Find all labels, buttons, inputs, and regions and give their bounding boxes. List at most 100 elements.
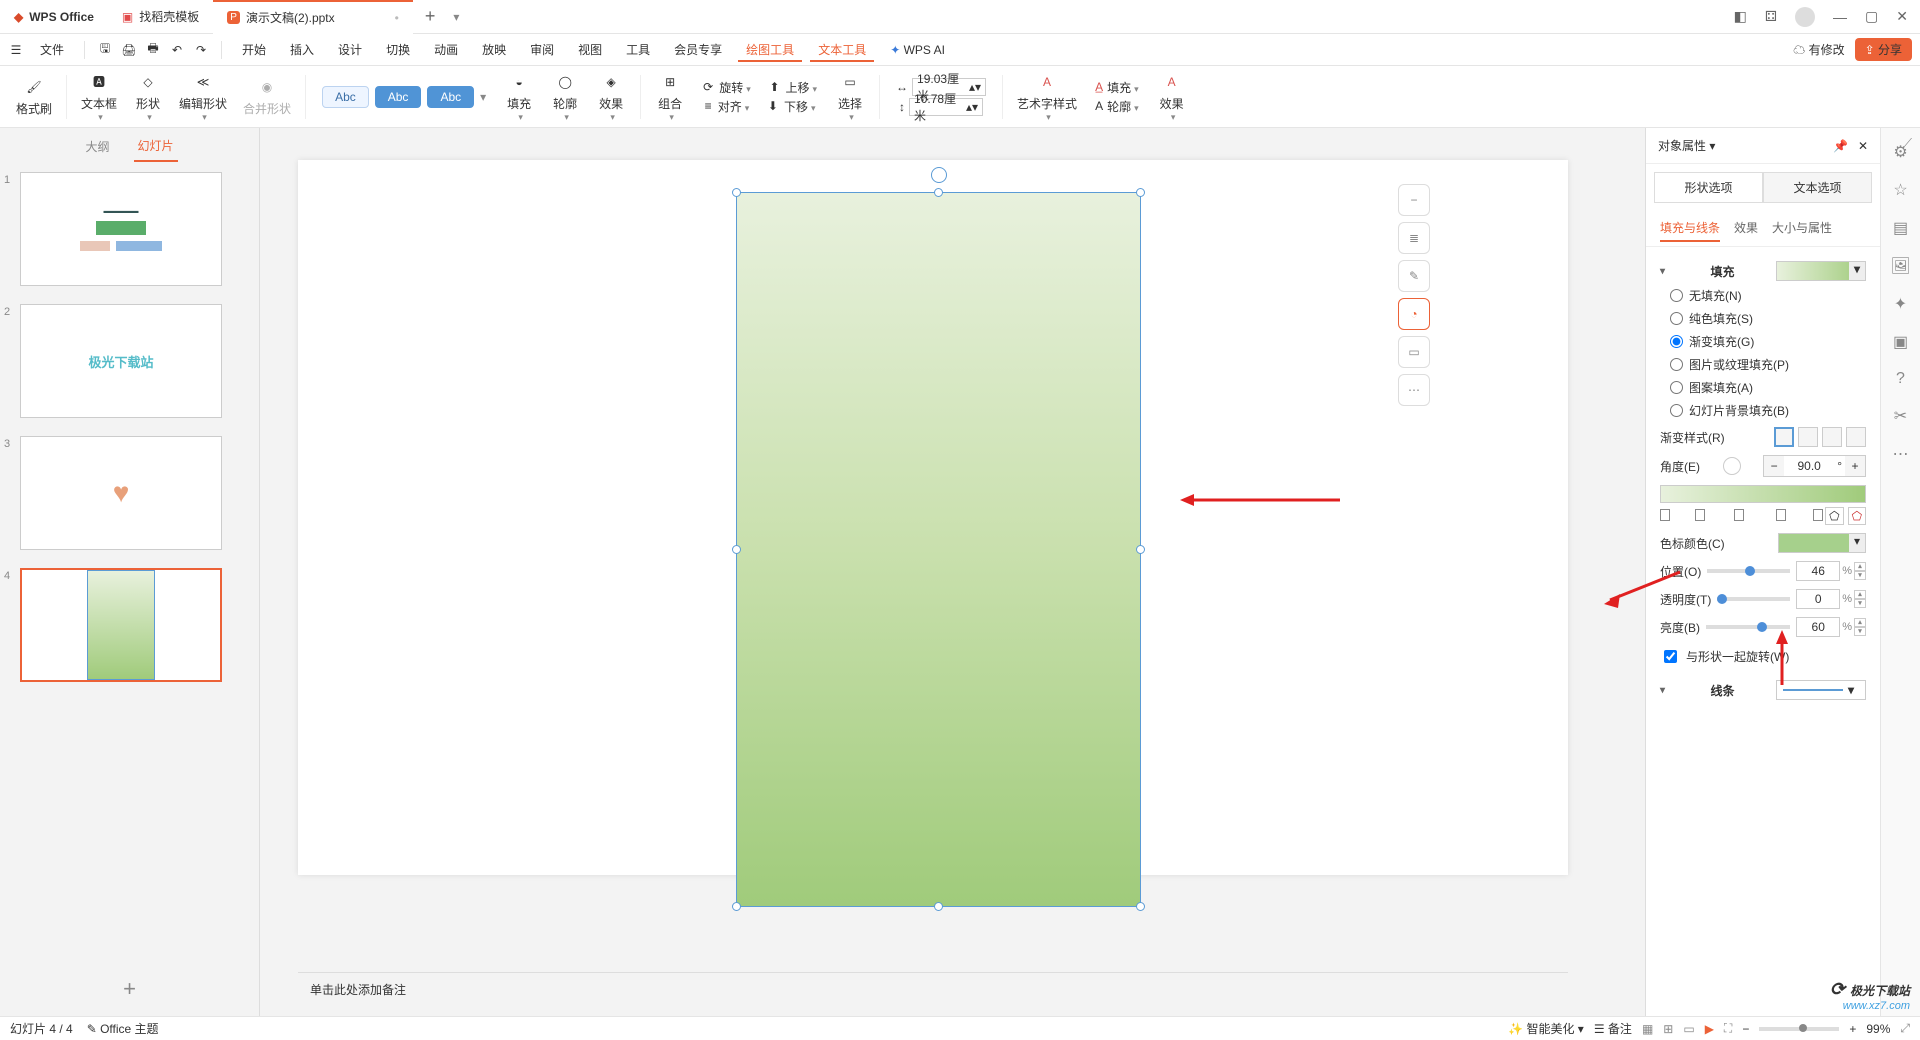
resize-handle-sw[interactable]: [732, 902, 741, 911]
slide-canvas[interactable]: [298, 160, 1568, 875]
tab-menu-button[interactable]: ▾: [447, 10, 465, 24]
tab-wps-office[interactable]: ◆ WPS Office: [0, 0, 108, 34]
float-brush-icon[interactable]: ✎: [1398, 260, 1430, 292]
zoom-out-icon[interactable]: −: [1742, 1022, 1749, 1036]
thumbnail-1[interactable]: 1 ▬▬▬▬▬: [20, 172, 239, 286]
rail-clip-icon[interactable]: ✂: [1894, 406, 1907, 426]
shape-style-gallery[interactable]: Abc Abc Abc ▾: [314, 71, 494, 123]
menu-file[interactable]: 文件: [32, 37, 72, 62]
rail-more-icon[interactable]: ⋯: [1893, 444, 1909, 464]
view-sorter-icon[interactable]: ⊞: [1663, 1022, 1673, 1036]
resize-handle-s[interactable]: [934, 902, 943, 911]
cloud-haschanges[interactable]: ☁ 有修改: [1793, 41, 1844, 58]
menu-member[interactable]: 会员专享: [666, 37, 730, 62]
menu-transition[interactable]: 切换: [378, 37, 418, 62]
subtab-size[interactable]: 大小与属性: [1772, 215, 1832, 242]
thumbnail-3[interactable]: 3 ♥: [20, 436, 239, 550]
style-preset-2[interactable]: Abc: [375, 86, 422, 108]
minimize-icon[interactable]: —: [1833, 9, 1847, 25]
add-stop-icon[interactable]: ⬠: [1825, 507, 1843, 525]
slides-tab[interactable]: 幻灯片: [134, 131, 178, 162]
gradient-stop-5[interactable]: [1813, 509, 1823, 521]
fill-preview-swatch[interactable]: ▾: [1776, 261, 1866, 281]
redo-icon[interactable]: ↷: [193, 42, 209, 58]
status-notes[interactable]: ☰ 备注: [1594, 1020, 1632, 1037]
menu-slideshow[interactable]: 放映: [474, 37, 514, 62]
gradient-stop-2[interactable]: [1695, 509, 1705, 521]
add-slide-button[interactable]: +: [0, 962, 259, 1016]
group-button[interactable]: ⊞组合: [649, 69, 691, 125]
resize-handle-e[interactable]: [1136, 545, 1145, 554]
float-image-icon[interactable]: ▭: [1398, 336, 1430, 368]
menu-review[interactable]: 审阅: [522, 37, 562, 62]
menu-start[interactable]: 开始: [234, 37, 274, 62]
menu-animation[interactable]: 动画: [426, 37, 466, 62]
angle-dec[interactable]: −: [1764, 456, 1784, 476]
moveup-button[interactable]: 上移: [786, 79, 818, 96]
maximize-icon[interactable]: ▢: [1865, 8, 1878, 25]
resize-handle-se[interactable]: [1136, 902, 1145, 911]
window-layout-icon[interactable]: ◧: [1734, 8, 1747, 25]
angle-inc[interactable]: +: [1845, 456, 1865, 476]
textfill-button[interactable]: 填充: [1107, 79, 1139, 96]
resize-handle-n[interactable]: [934, 188, 943, 197]
rail-cube-icon[interactable]: ▣: [1893, 332, 1908, 352]
menu-drawtools[interactable]: 绘图工具: [738, 37, 802, 62]
rail-star-icon[interactable]: ☆: [1893, 180, 1907, 200]
status-beautify[interactable]: ✨ 智能美化 ▾: [1508, 1020, 1584, 1037]
radio-nofill[interactable]: [1670, 289, 1683, 302]
resize-handle-nw[interactable]: [732, 188, 741, 197]
radio-slidebg[interactable]: [1670, 404, 1683, 417]
view-present-icon[interactable]: ⛶: [1724, 1021, 1732, 1036]
view-reading-icon[interactable]: ▭: [1683, 1022, 1694, 1036]
float-layers-icon[interactable]: ≣: [1398, 222, 1430, 254]
subtab-effect[interactable]: 效果: [1734, 215, 1758, 242]
view-slideshow-icon[interactable]: ▶: [1705, 1022, 1714, 1036]
menu-tools[interactable]: 工具: [618, 37, 658, 62]
menu-wpsai[interactable]: ✦ WPS AI: [882, 39, 953, 61]
float-style-icon[interactable]: ◔: [1398, 298, 1430, 330]
position-slider[interactable]: [1707, 569, 1790, 573]
cube-icon[interactable]: ⚃: [1765, 8, 1777, 25]
brightness-slider[interactable]: [1706, 625, 1790, 629]
artstyle-button[interactable]: A艺术字样式: [1011, 69, 1083, 125]
format-painter-button[interactable]: 🖌格式刷: [10, 74, 58, 119]
section-line[interactable]: 线条: [1711, 682, 1735, 699]
rail-image-icon[interactable]: 🖼: [1890, 256, 1910, 276]
texteffect-button[interactable]: A效果: [1151, 69, 1193, 125]
float-more-icon[interactable]: ⋯: [1398, 374, 1430, 406]
hamburger-icon[interactable]: ☰: [8, 42, 24, 58]
status-theme[interactable]: ✎ Office 主题: [87, 1020, 159, 1037]
height-input[interactable]: 10.78厘米▴▾: [909, 98, 983, 116]
angle-dial-icon[interactable]: [1723, 457, 1741, 475]
thumbnail-2[interactable]: 2 极光下载站: [20, 304, 239, 418]
selected-shape[interactable]: [736, 192, 1141, 907]
stop-color-swatch[interactable]: ▾: [1778, 533, 1866, 553]
textoutline-button[interactable]: 轮廓: [1107, 98, 1139, 115]
view-normal-icon[interactable]: ▦: [1642, 1022, 1653, 1036]
effect-button[interactable]: ◈效果: [590, 69, 632, 125]
tab-text-options[interactable]: 文本选项: [1763, 172, 1872, 203]
thumbnail-4[interactable]: 4: [20, 568, 239, 682]
panel-close-icon[interactable]: ✕: [1858, 139, 1868, 153]
menu-design[interactable]: 设计: [330, 37, 370, 62]
remove-stop-icon[interactable]: ⬠: [1848, 507, 1866, 525]
angle-value[interactable]: [1784, 456, 1834, 476]
tab-templates[interactable]: ▣ 找稻壳模板: [108, 0, 213, 34]
gradient-stop-1[interactable]: [1660, 509, 1670, 521]
shape-button[interactable]: ◇形状: [127, 69, 169, 125]
rail-layers-icon[interactable]: ▤: [1893, 218, 1908, 238]
zoom-slider[interactable]: [1759, 1027, 1839, 1031]
pin-icon[interactable]: 📌: [1833, 139, 1848, 153]
tab-shape-options[interactable]: 形状选项: [1654, 172, 1763, 203]
resize-handle-ne[interactable]: [1136, 188, 1145, 197]
rotate-with-shape-checkbox[interactable]: [1664, 650, 1677, 663]
resize-handle-w[interactable]: [732, 545, 741, 554]
fill-button[interactable]: ◒填充: [498, 69, 540, 125]
undo-icon[interactable]: ↶: [169, 42, 185, 58]
edit-shape-button[interactable]: ≪编辑形状: [173, 69, 233, 125]
print-preview-icon[interactable]: 🖶: [145, 42, 161, 58]
zoom-in-icon[interactable]: +: [1849, 1022, 1856, 1036]
style-preset-1[interactable]: Abc: [322, 86, 369, 108]
avatar-icon[interactable]: [1795, 7, 1815, 27]
